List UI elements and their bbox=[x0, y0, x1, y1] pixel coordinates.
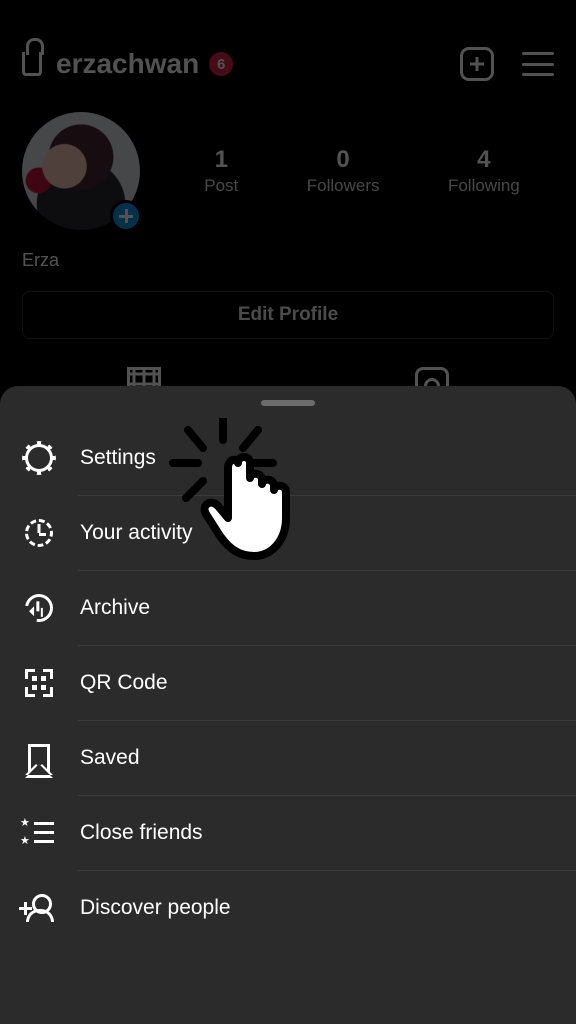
menu-item-archive[interactable]: Archive bbox=[0, 570, 576, 645]
menu-label: Settings bbox=[80, 446, 156, 470]
username-text: erzachwan bbox=[56, 48, 199, 80]
edit-profile-button[interactable]: Edit Profile bbox=[22, 291, 554, 339]
posts-label: Post bbox=[204, 176, 238, 196]
username-button[interactable]: erzachwan 6 bbox=[22, 48, 460, 80]
lock-icon bbox=[22, 52, 42, 76]
menu-label: Your activity bbox=[80, 521, 192, 545]
archive-icon bbox=[24, 593, 54, 623]
sheet-grabber[interactable] bbox=[261, 400, 315, 406]
menu-item-saved[interactable]: Saved bbox=[0, 720, 576, 795]
followers-label: Followers bbox=[307, 176, 380, 196]
menu-button[interactable] bbox=[522, 52, 554, 76]
followers-stat[interactable]: 0 Followers bbox=[307, 146, 380, 196]
create-button[interactable] bbox=[460, 47, 494, 81]
notification-badge: 6 bbox=[209, 52, 233, 76]
display-name: Erza bbox=[0, 242, 576, 291]
edit-profile-label: Edit Profile bbox=[238, 304, 338, 326]
menu-sheet: Settings Your activity Archive QR Code S… bbox=[0, 386, 576, 1024]
following-label: Following bbox=[448, 176, 520, 196]
menu-item-settings[interactable]: Settings bbox=[0, 420, 576, 495]
profile-stats: 1 Post 0 Followers 4 Following bbox=[170, 146, 554, 196]
menu-label: QR Code bbox=[80, 671, 168, 695]
activity-icon bbox=[24, 518, 54, 548]
qr-icon bbox=[24, 668, 54, 698]
menu-label: Saved bbox=[80, 746, 140, 770]
add-story-icon[interactable] bbox=[110, 200, 142, 232]
menu-label: Close friends bbox=[80, 821, 203, 845]
close-friends-icon bbox=[24, 818, 54, 848]
posts-count: 1 bbox=[204, 146, 238, 174]
menu-label: Discover people bbox=[80, 896, 231, 920]
menu-item-your-activity[interactable]: Your activity bbox=[0, 495, 576, 570]
menu-item-qr-code[interactable]: QR Code bbox=[0, 645, 576, 720]
menu-item-close-friends[interactable]: Close friends bbox=[0, 795, 576, 870]
menu-item-discover-people[interactable]: Discover people bbox=[0, 870, 576, 945]
settings-icon bbox=[24, 443, 54, 473]
top-bar: erzachwan 6 bbox=[0, 40, 576, 88]
avatar[interactable] bbox=[22, 112, 140, 230]
followers-count: 0 bbox=[307, 146, 380, 174]
following-count: 4 bbox=[448, 146, 520, 174]
discover-icon bbox=[24, 893, 54, 923]
menu-label: Archive bbox=[80, 596, 150, 620]
posts-stat[interactable]: 1 Post bbox=[204, 146, 238, 196]
saved-icon bbox=[24, 743, 54, 773]
following-stat[interactable]: 4 Following bbox=[448, 146, 520, 196]
